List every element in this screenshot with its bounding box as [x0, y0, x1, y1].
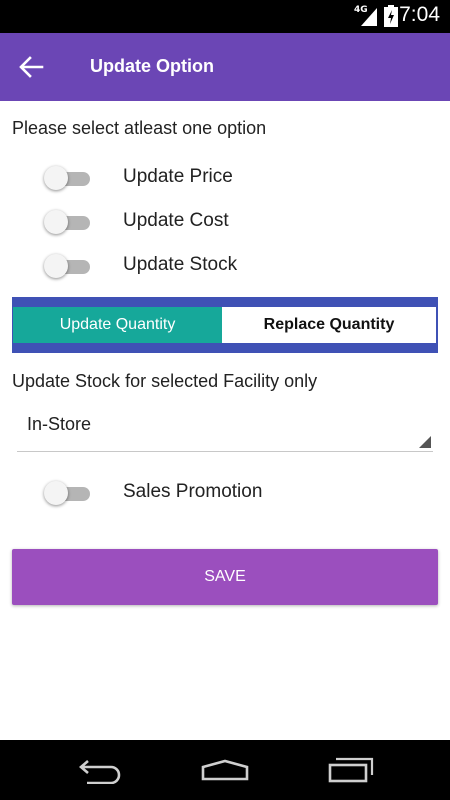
- page-title: Update Option: [90, 56, 214, 76]
- update-cost-switch[interactable]: [44, 210, 92, 234]
- navigation-bar: [0, 740, 450, 800]
- sales-promotion-option: Sales Promotion: [0, 471, 450, 511]
- status-bar: 4G 7:04: [0, 0, 450, 33]
- save-button[interactable]: SAVE: [12, 549, 438, 605]
- back-nav-icon[interactable]: [75, 758, 123, 784]
- back-arrow-icon[interactable]: [18, 55, 44, 79]
- facility-spinner[interactable]: In-Store: [17, 405, 433, 452]
- stock-mode-segmented-control: Update Quantity Replace Quantity: [12, 297, 438, 353]
- update-price-label: Update Price: [123, 166, 233, 187]
- app-bar: Update Option: [0, 33, 450, 101]
- update-stock-option: Update Stock: [0, 244, 450, 284]
- home-nav-icon[interactable]: [200, 759, 250, 781]
- sales-promotion-label: Sales Promotion: [123, 481, 263, 502]
- replace-quantity-tab[interactable]: Replace Quantity: [222, 307, 436, 343]
- option-prompt: Please select atleast one option: [12, 118, 267, 138]
- facility-selected-value: In-Store: [27, 414, 92, 434]
- facility-label: Update Stock for selected Facility only: [12, 371, 318, 391]
- update-stock-switch[interactable]: [44, 254, 92, 278]
- clock: 7:04: [399, 3, 440, 26]
- recent-apps-icon[interactable]: [328, 757, 374, 783]
- dropdown-arrow-icon: [419, 436, 431, 448]
- update-price-switch[interactable]: [44, 166, 92, 190]
- update-cost-option: Update Cost: [0, 200, 450, 240]
- signal-icon: [361, 8, 377, 26]
- update-stock-label: Update Stock: [123, 254, 238, 275]
- battery-charging-icon: [384, 5, 398, 27]
- update-cost-label: Update Cost: [123, 210, 229, 231]
- update-price-option: Update Price: [0, 156, 450, 196]
- sales-promotion-switch[interactable]: [44, 481, 92, 505]
- update-quantity-tab[interactable]: Update Quantity: [13, 307, 222, 343]
